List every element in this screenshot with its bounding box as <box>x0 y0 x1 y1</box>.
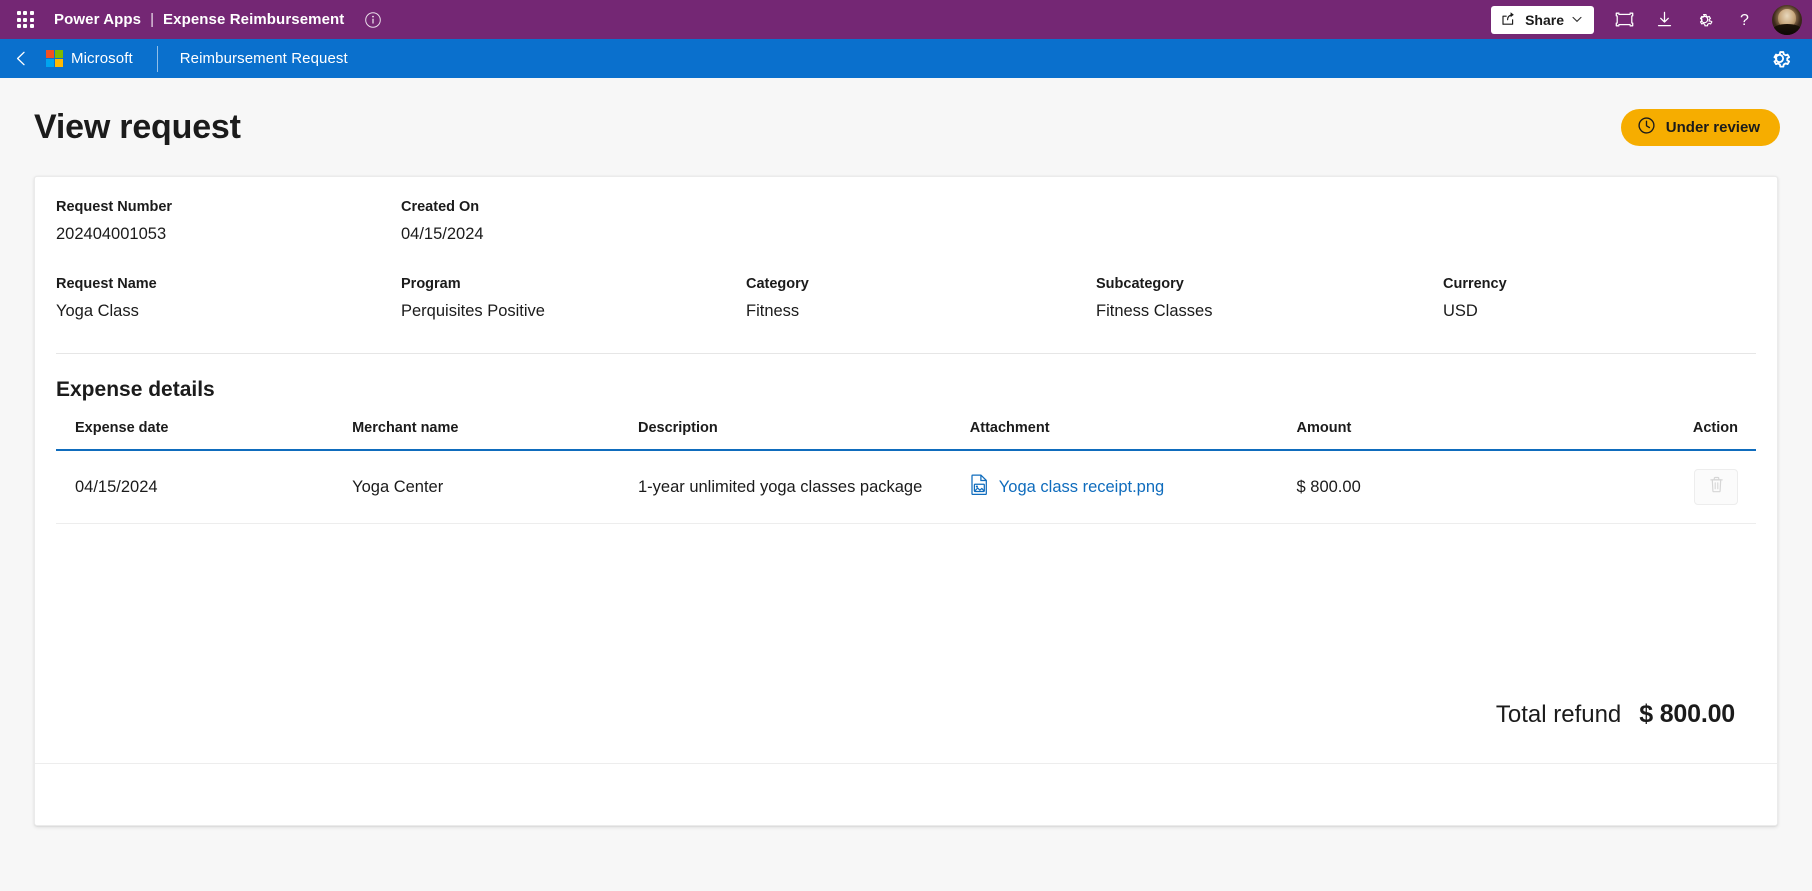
table-row[interactable]: 04/15/2024 Yoga Center 1-year unlimited … <box>56 450 1756 524</box>
share-button[interactable]: Share <box>1491 5 1594 34</box>
user-avatar[interactable] <box>1772 4 1802 35</box>
card-body: Request Number Created On 202404001053 0… <box>35 177 1777 763</box>
chevron-down-icon <box>1572 15 1582 25</box>
trash-delete-icon <box>1709 476 1724 498</box>
cell-description: 1-year unlimited yoga classes package <box>637 450 970 524</box>
share-icon <box>1501 11 1517 29</box>
microsoft-logo[interactable]: Microsoft <box>46 50 133 67</box>
table-empty-space <box>56 524 1756 700</box>
info-circle-icon[interactable] <box>362 9 384 31</box>
cell-attachment: Yoga class receipt.png <box>969 450 1297 524</box>
help-question-icon[interactable]: ? <box>1724 2 1764 38</box>
column-header-action[interactable]: Action <box>1602 420 1756 451</box>
app-name-label[interactable]: Power Apps <box>54 11 141 28</box>
summary-fields-row-2: Request Name Program Category Subcategor… <box>56 268 1756 345</box>
table-header-row: Expense date Merchant name Description A… <box>56 420 1756 451</box>
column-header-merchant-name[interactable]: Merchant name <box>352 420 638 451</box>
top-command-bar: Power Apps | Expense Reimbursement Share <box>0 0 1812 39</box>
page-title: View request <box>34 107 241 146</box>
settings-gear-icon[interactable] <box>1760 40 1798 78</box>
breadcrumb-separator: | <box>150 11 155 28</box>
microsoft-squares-icon <box>46 50 63 67</box>
field-label-request-number: Request Number <box>56 199 173 215</box>
field-label-currency: Currency <box>1443 276 1507 292</box>
total-refund-label: Total refund <box>1495 701 1622 728</box>
summary-fields-row-1: Request Number Created On 202404001053 0… <box>56 199 1756 268</box>
field-label-subcategory: Subcategory <box>1096 276 1184 292</box>
organization-name-label: Microsoft <box>71 50 133 67</box>
top-bar-actions: Share ? <box>1491 2 1802 38</box>
field-value-subcategory: Fitness Classes <box>1096 302 1213 320</box>
cell-expense-date: 04/15/2024 <box>56 450 353 524</box>
clock-icon <box>1637 116 1656 139</box>
appbar-actions <box>1760 40 1798 78</box>
appbar-divider <box>156 45 158 72</box>
delete-row-button[interactable] <box>1694 469 1738 505</box>
page-header: View request Under review <box>0 78 1812 176</box>
app-launcher-button[interactable] <box>8 3 42 37</box>
table-body: 04/15/2024 Yoga Center 1-year unlimited … <box>56 450 1756 524</box>
field-value-request-number: 202404001053 <box>56 225 167 243</box>
field-label-program: Program <box>401 276 461 292</box>
field-label-category: Category <box>746 276 809 292</box>
field-value-category: Fitness <box>746 302 800 320</box>
share-button-label: Share <box>1525 11 1564 28</box>
attachment-link[interactable]: Yoga class receipt.png <box>999 478 1164 497</box>
card-footer <box>35 763 1777 825</box>
cell-merchant-name: Yoga Center <box>352 450 638 524</box>
download-icon[interactable] <box>1644 2 1684 38</box>
settings-gear-icon[interactable] <box>1684 2 1724 38</box>
waffle-icon <box>16 11 34 28</box>
field-label-created-on: Created On <box>401 199 480 215</box>
column-header-expense-date[interactable]: Expense date <box>56 420 353 451</box>
brand-breadcrumb: Power Apps | Expense Reimbursement <box>54 11 344 28</box>
column-header-description[interactable]: Description <box>637 420 970 451</box>
expense-details-heading: Expense details <box>56 378 215 401</box>
document-name-label[interactable]: Expense Reimbursement <box>163 11 344 28</box>
back-button[interactable] <box>4 42 38 76</box>
field-value-program: Perquisites Positive <box>401 302 545 320</box>
column-header-amount[interactable]: Amount <box>1296 420 1603 451</box>
fullscreen-icon[interactable] <box>1604 2 1644 38</box>
page-content: View request Under review Request Number… <box>0 78 1812 891</box>
table-header: Expense date Merchant name Description A… <box>56 420 1756 451</box>
app-title-label: Reimbursement Request <box>179 50 348 67</box>
field-value-currency: USD <box>1443 302 1478 320</box>
field-value-request-name: Yoga Class <box>56 302 139 320</box>
total-refund-row: Total refund $ 800.00 <box>56 700 1756 763</box>
field-label-request-name: Request Name <box>56 276 157 292</box>
total-refund-amount: $ 800.00 <box>1639 700 1735 728</box>
image-file-icon <box>970 474 989 500</box>
app-navigation-bar: Microsoft Reimbursement Request <box>0 39 1812 78</box>
expense-details-table: Expense date Merchant name Description A… <box>56 420 1756 524</box>
field-value-created-on: 04/15/2024 <box>401 225 484 243</box>
status-badge-label: Under review <box>1665 118 1760 136</box>
column-header-attachment[interactable]: Attachment <box>969 420 1297 451</box>
request-details-card: Request Number Created On 202404001053 0… <box>34 176 1778 826</box>
cell-action <box>1602 450 1756 524</box>
status-badge: Under review <box>1620 108 1780 146</box>
svg-text:?: ? <box>1740 12 1749 29</box>
cell-amount: $ 800.00 <box>1296 450 1603 524</box>
